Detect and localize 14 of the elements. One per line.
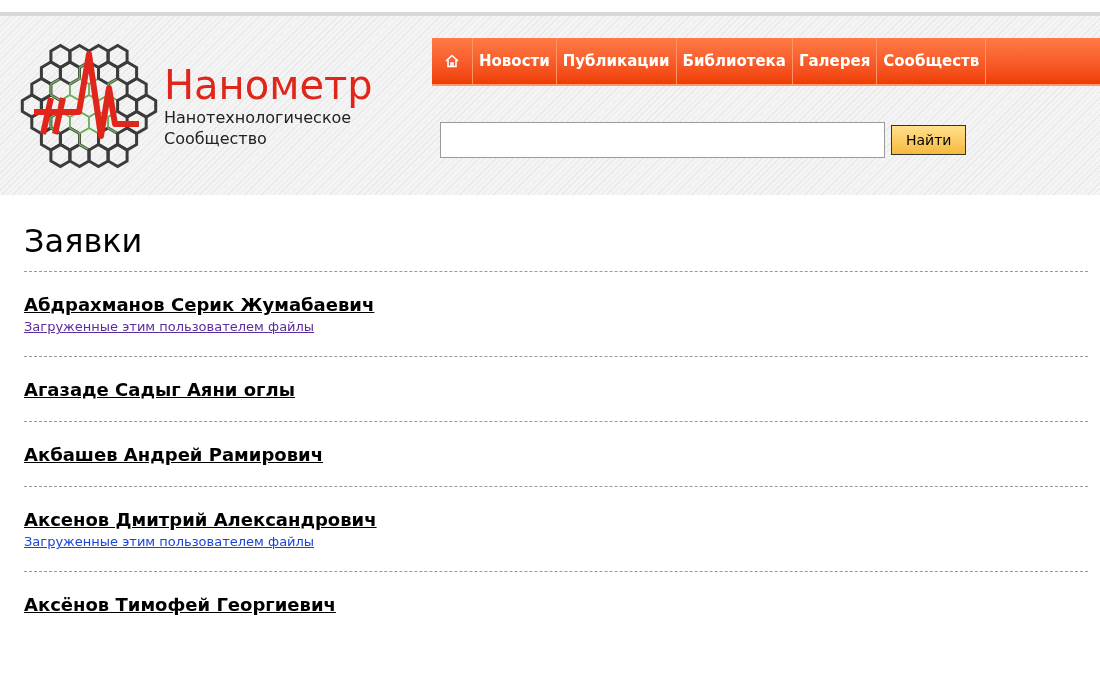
- logo-subtitle: Сообщество: [164, 127, 268, 149]
- files-link[interactable]: Загруженные этим пользователем файлы: [24, 533, 315, 551]
- search-button[interactable]: Найти: [891, 125, 967, 155]
- home-icon: [444, 53, 460, 69]
- person-name-link[interactable]: Агазаде Садыг Аяни оглы: [24, 379, 295, 401]
- page-title: Заявки: [24, 221, 144, 262]
- files-link[interactable]: Загруженные этим пользователем файлы: [24, 318, 315, 336]
- search-field[interactable]: [440, 122, 885, 158]
- person-name-link[interactable]: Акбашев Андрей Рамирович: [24, 444, 323, 466]
- logo-title: Нанометр: [164, 62, 373, 107]
- person-name-link[interactable]: Аксенов Дмитрий Александрович: [24, 509, 377, 531]
- person-name-link[interactable]: Аксёнов Тимофей Георгиевич: [24, 594, 336, 616]
- person-name-link[interactable]: Абдрахманов Серик Жумабаевич: [24, 294, 375, 316]
- logo-subtitle: Нанотехнологическое: [164, 107, 352, 128]
